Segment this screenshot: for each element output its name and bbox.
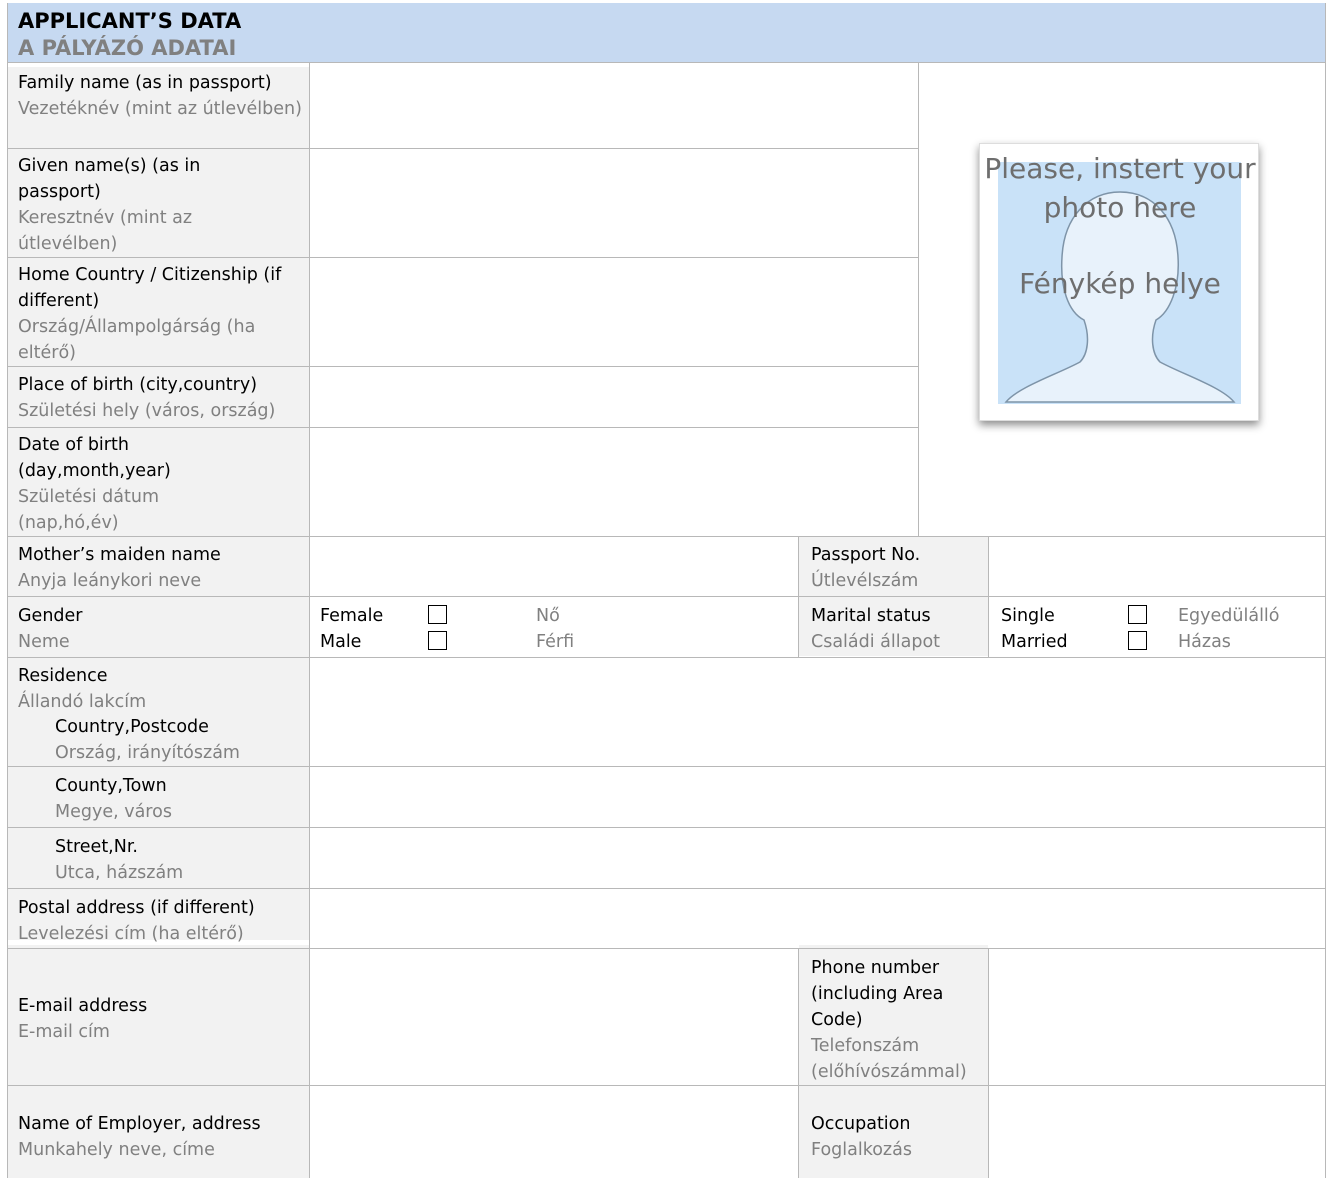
employer-input[interactable] [310,1086,798,1178]
gender-option-male-label: Male [320,632,362,652]
occupation-input[interactable] [989,1086,1325,1178]
photo-placeholder[interactable]: Please, instert your photo here Fénykép … [979,143,1259,421]
marital-option-married-label: Married [1001,632,1068,652]
family-name-input[interactable] [310,67,918,147]
marital-option-single-label: Single [1001,606,1055,626]
postal-address-input[interactable] [310,889,1325,947]
phone-label: Phone number (including Area Code) Telefo… [811,958,967,1082]
county-town-label: County,Town Megye, város [55,776,172,822]
passport-input[interactable] [989,537,1325,595]
photo-text-line3: Fénykép helye [1019,267,1221,300]
email-input[interactable] [310,950,798,1084]
married-checkbox[interactable] [1128,631,1147,650]
date-of-birth-label: Date of birth (day,month,year) Születési … [18,435,171,533]
photo-text-line2: photo here [1043,191,1197,224]
gender-option-female-hu: Nő [536,606,560,626]
place-of-birth-input[interactable] [310,367,918,425]
street-input[interactable] [310,828,1325,886]
place-of-birth-label: Place of birth (city,country) Születési h… [18,375,276,421]
date-of-birth-input[interactable] [310,428,918,534]
country-postcode-input[interactable] [310,658,1325,764]
occupation-label: Occupation Foglalkozás [811,1114,912,1160]
single-checkbox[interactable] [1128,605,1147,624]
residence-label: Residence Állandó lakcím [18,666,147,712]
given-name-label: Given name(s) (as in passport) Keresztnév… [18,156,201,254]
family-name-label: Family name (as in passport) Vezetéknév (… [18,73,302,119]
marital-option-single-hu: Egyedülálló [1178,606,1280,626]
postal-address-label: Postal address (if different) Levelezési … [18,898,255,944]
given-name-input[interactable] [310,149,918,255]
mother-name-input[interactable] [310,537,798,595]
gender-label: Gender Neme [18,606,83,652]
marital-status-label: Marital status Családi állapot [811,606,941,652]
photo-text-line1: Please, instert your [984,152,1256,185]
section-title: APPLICANT’S DATA [18,9,242,33]
passport-label: Passport No. Útlevélszám [811,545,921,591]
gender-option-female-label: Female [320,606,384,626]
mother-name-label: Mother’s maiden name Anyja leánykori neve [18,545,221,591]
male-checkbox[interactable] [428,631,447,650]
street-label: Street,Nr. Utca, házszám [55,837,184,883]
phone-input[interactable] [989,950,1325,1084]
county-town-input[interactable] [310,767,1325,825]
email-label: E-mail address E-mail cím [18,996,148,1042]
gender-option-male-hu: Férfi [536,632,575,652]
employer-label: Name of Employer, address Munkahely neve,… [18,1114,261,1160]
home-country-label: Home Country / Citizenship (if different… [18,265,282,363]
marital-option-married-hu: Házas [1178,632,1231,652]
home-country-input[interactable] [310,258,918,364]
female-checkbox[interactable] [428,605,447,624]
section-title-hungarian: A PÁLYÁZÓ ADATAI [18,36,237,60]
country-postcode-label: Country,Postcode Ország, irányítószám [55,717,240,763]
